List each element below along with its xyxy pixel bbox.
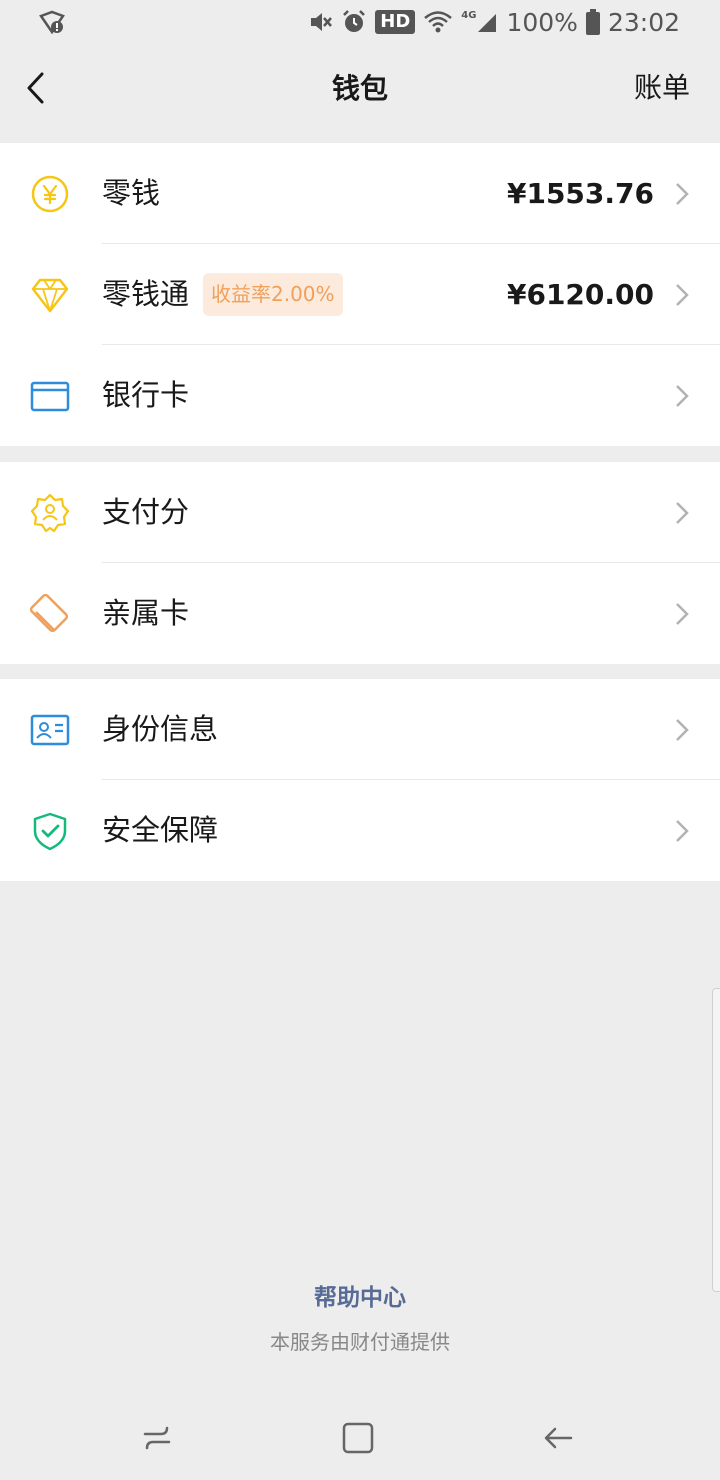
hd-badge: HD [375, 10, 416, 34]
battery-percent: 100% [506, 7, 578, 37]
recent-apps-icon[interactable] [139, 1420, 175, 1456]
signal-icon [478, 14, 497, 32]
battery-icon [585, 9, 600, 35]
bill-button[interactable]: 账单 [634, 68, 690, 108]
network-type: 4G [461, 9, 477, 21]
security-group: 身份信息 安全保障 [0, 679, 720, 881]
chevron-right-icon [676, 719, 689, 741]
bank-card-row[interactable]: 银行卡 [0, 345, 720, 446]
badge-user-icon [30, 493, 70, 533]
back-arrow-icon[interactable] [22, 68, 52, 108]
wifi-icon [424, 11, 453, 33]
licaitong-label: 零钱通 [102, 277, 190, 311]
mute-icon [311, 13, 333, 31]
pay-score-label: 支付分 [102, 495, 190, 529]
status-bar: HD 4G 100% 23:02 [0, 0, 720, 44]
bank-card-label: 银行卡 [102, 378, 190, 412]
chevron-right-icon [676, 502, 689, 524]
safety-row[interactable]: 安全保障 [0, 780, 720, 881]
family-card-row[interactable]: 亲属卡 [0, 563, 720, 664]
page-title: 钱包 [331, 72, 388, 105]
identity-label: 身份信息 [102, 712, 219, 746]
yen-coin-icon [31, 175, 69, 213]
change-label: 零钱 [102, 176, 161, 210]
licaitong-row[interactable]: 零钱通 收益率2.00% ¥6120.00 [0, 244, 720, 345]
back-icon[interactable] [541, 1420, 577, 1456]
scroll-indicator[interactable] [712, 988, 720, 1292]
family-card-icon [30, 594, 69, 633]
services-group: 支付分 亲属卡 [0, 462, 720, 664]
yield-rate-badge: 收益率2.00% [203, 273, 343, 316]
chevron-right-icon [676, 385, 689, 407]
identity-row[interactable]: 身份信息 [0, 679, 720, 780]
licaitong-amount: ¥6120.00 [506, 278, 654, 311]
pay-score-row[interactable]: 支付分 [0, 462, 720, 563]
provider-text: 本服务由财付通提供 [270, 1330, 450, 1354]
id-card-icon [30, 714, 70, 746]
wallet-group: 零钱 ¥1553.76 零钱通 收益率2.00% ¥6120.00 银行卡 [0, 143, 720, 446]
status-right: HD 4G 100% 23:02 [307, 8, 680, 37]
chevron-right-icon [676, 183, 689, 205]
status-time: 23:02 [607, 7, 680, 37]
chevron-right-icon [676, 820, 689, 842]
nav-bar: 钱包 账单 [0, 44, 720, 130]
shield-check-icon [33, 812, 67, 851]
shield-status-icon [39, 10, 65, 35]
system-nav-bar [0, 1400, 720, 1480]
change-amount: ¥1553.76 [506, 177, 654, 210]
chevron-right-icon [676, 284, 689, 306]
help-center-link[interactable]: 帮助中心 [0, 1278, 720, 1312]
bank-card-icon [30, 381, 70, 412]
chevron-right-icon [676, 603, 689, 625]
diamond-icon [31, 278, 69, 313]
alarm-icon [343, 10, 366, 32]
home-icon[interactable] [340, 1420, 376, 1456]
status-left [38, 8, 66, 36]
family-card-label: 亲属卡 [102, 596, 190, 630]
safety-label: 安全保障 [102, 813, 219, 847]
change-row[interactable]: 零钱 ¥1553.76 [0, 143, 720, 244]
